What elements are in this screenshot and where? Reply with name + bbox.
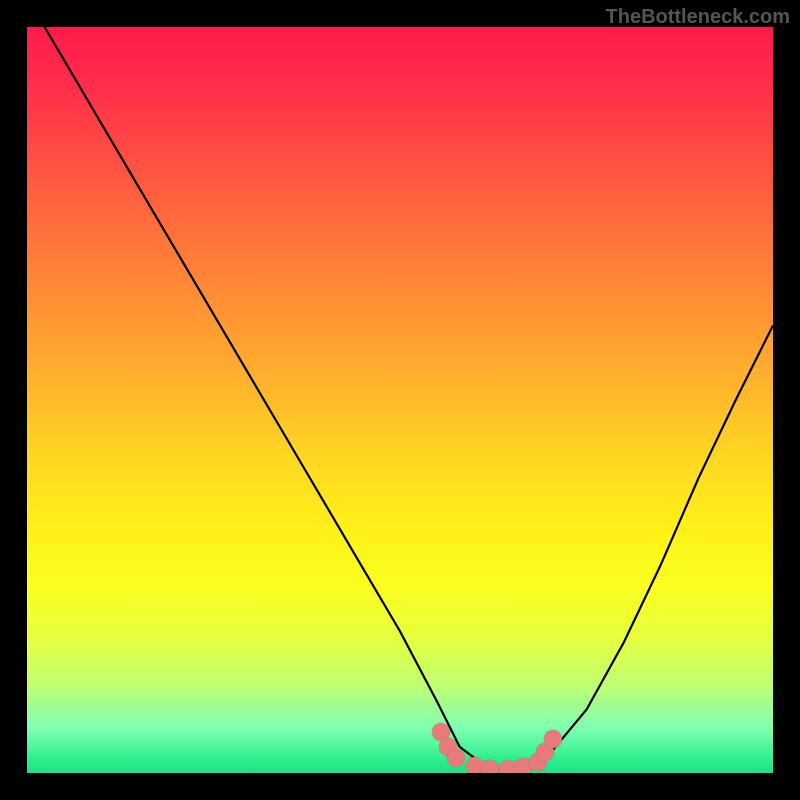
plot-area [27,27,773,773]
curve-marker [447,749,465,767]
curve-markers-group [27,27,773,773]
watermark-text: TheBottleneck.com [606,6,790,29]
curve-marker [544,730,562,748]
curve-marker [481,760,499,773]
